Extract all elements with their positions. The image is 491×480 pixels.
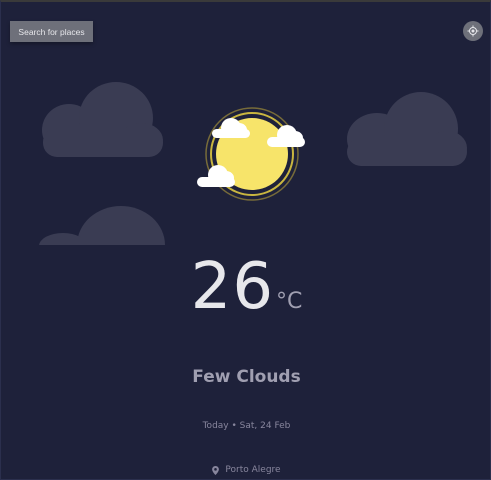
sidebar-panel: Search for places 26°C Few Clouds Today … [0,0,491,480]
map-pin-icon [212,465,220,475]
location-name: Porto Alegre [225,465,281,475]
sun-with-clouds-icon [197,107,305,201]
temperature-unit: °C [276,289,303,314]
temperature-display: 26°C [1,250,491,324]
temperature-value: 26 [190,250,275,324]
current-location: Porto Alegre [1,465,491,475]
current-date: Today • Sat, 24 Feb [202,421,291,431]
weather-condition: Few Clouds [192,367,301,387]
